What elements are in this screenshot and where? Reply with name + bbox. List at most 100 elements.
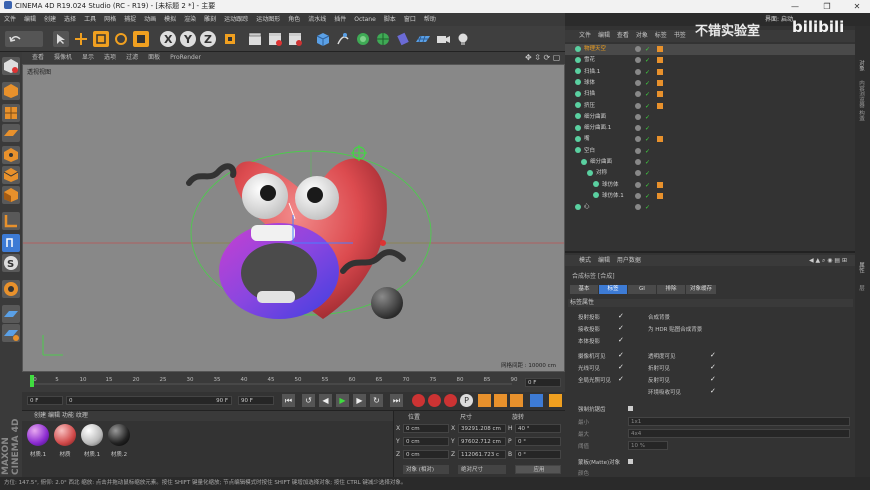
side-tab-content-browser[interactable]: 内容浏览器 xyxy=(857,80,865,108)
scale-tool-button[interactable] xyxy=(93,31,109,47)
floor-button[interactable] xyxy=(415,31,431,47)
enable-check-icon[interactable]: ✓ xyxy=(645,146,650,157)
enable-check-icon[interactable]: ✓ xyxy=(645,202,650,213)
visibility-dots-icon[interactable] xyxy=(635,136,641,143)
side-tab-attributes[interactable]: 属性 xyxy=(857,262,865,273)
menu-character[interactable]: 角色 xyxy=(288,16,300,23)
mat-menu-edit[interactable]: 编辑 xyxy=(48,412,60,419)
size-mode-dropdown[interactable]: 绝对尺寸 xyxy=(458,465,506,474)
prev-key-button[interactable]: ↺ xyxy=(302,394,315,407)
tag-icon[interactable] xyxy=(657,79,663,86)
cloner-button[interactable] xyxy=(375,31,391,47)
option-checkbox[interactable]: ✓ xyxy=(618,375,624,383)
key-position-button[interactable]: P xyxy=(460,394,473,407)
minimize-button[interactable]: — xyxy=(780,0,810,13)
menu-create[interactable]: 创建 xyxy=(44,16,56,23)
side-tab-structure[interactable]: 构造 xyxy=(857,110,865,121)
vp-menu-display[interactable]: 显示 xyxy=(82,54,94,61)
menu-mograph[interactable]: 运动图形 xyxy=(256,16,280,23)
object-row[interactable]: 雪花 ✓ xyxy=(565,55,855,66)
tag-icon[interactable] xyxy=(657,136,663,143)
go-to-end-button[interactable]: ⏭ xyxy=(390,394,403,407)
tag-icon[interactable] xyxy=(657,91,663,98)
subdivision-button[interactable] xyxy=(355,31,371,47)
visibility-dots-icon[interactable] xyxy=(635,125,641,132)
start-frame-field[interactable]: 0 F xyxy=(27,396,63,405)
tab-object-buffer[interactable]: 对象缓存 xyxy=(686,285,716,294)
tab-gi[interactable]: GI xyxy=(628,285,656,294)
matte-object-checkbox[interactable] xyxy=(628,459,633,464)
workplane-mode-button[interactable] xyxy=(2,124,20,142)
cube-object-button[interactable] xyxy=(315,31,331,47)
make-editable-button[interactable] xyxy=(2,57,20,75)
tag-icon[interactable] xyxy=(657,68,663,75)
go-to-start-button[interactable]: ⏮ xyxy=(282,394,295,407)
object-row[interactable]: 物理天空 ✓ xyxy=(565,44,855,56)
object-row[interactable]: 细分曲面 ✓ xyxy=(565,157,855,168)
menu-help[interactable]: 帮助 xyxy=(424,16,436,23)
rotation-h-field[interactable]: 40 ° xyxy=(515,424,561,433)
attr-menu-userdata[interactable]: 用户数据 xyxy=(617,257,641,264)
visibility-dots-icon[interactable] xyxy=(635,57,641,64)
enable-check-icon[interactable]: ✓ xyxy=(645,78,650,89)
object-row[interactable]: 细分曲面.1 ✓ xyxy=(565,123,855,134)
y-axis-button[interactable]: Y xyxy=(180,31,196,47)
camera-button[interactable] xyxy=(435,31,451,47)
tag-icon[interactable] xyxy=(657,57,663,64)
visibility-dots-icon[interactable] xyxy=(635,147,641,154)
tag-icon[interactable] xyxy=(657,181,663,188)
enable-check-icon[interactable]: ✓ xyxy=(645,123,650,134)
render-view-button[interactable] xyxy=(247,31,263,47)
maximize-button[interactable]: ❐ xyxy=(812,0,842,13)
planar-workplane-button[interactable] xyxy=(2,324,20,342)
option-checkbox[interactable]: ✓ xyxy=(618,363,624,371)
material-swatch[interactable] xyxy=(108,424,130,446)
edges-mode-button[interactable] xyxy=(2,166,20,184)
visibility-dots-icon[interactable] xyxy=(635,46,641,52)
size-x-field[interactable]: 39291.208 cm xyxy=(458,424,506,433)
menu-snap[interactable]: 捕捉 xyxy=(124,16,136,23)
size-z-field[interactable]: 112061.723 c xyxy=(458,450,506,459)
timeline-layout-button[interactable] xyxy=(549,394,562,407)
obj-menu-tags[interactable]: 标签 xyxy=(655,32,667,39)
tag-icon[interactable] xyxy=(657,46,663,52)
vp-menu-camera[interactable]: 摄像机 xyxy=(54,54,72,61)
tweak-mode-button[interactable] xyxy=(2,234,20,252)
position-y-field[interactable]: 0 cm xyxy=(403,437,449,446)
menu-tools[interactable]: 工具 xyxy=(84,16,96,23)
menu-mesh[interactable]: 网格 xyxy=(104,16,116,23)
current-frame-field[interactable]: 0 F xyxy=(525,378,561,387)
option-checkbox[interactable]: ✓ xyxy=(710,375,716,383)
move-tool-button[interactable] xyxy=(73,31,89,47)
object-row[interactable]: 心 ✓ xyxy=(565,202,855,213)
min-samples-dropdown[interactable]: 1x1 xyxy=(628,417,850,426)
enable-check-icon[interactable]: ✓ xyxy=(645,157,650,168)
vp-menu-panel[interactable]: 面板 xyxy=(148,54,160,61)
rotation-b-field[interactable]: 0 ° xyxy=(515,450,561,459)
menu-select[interactable]: 选择 xyxy=(64,16,76,23)
axis-mode-button[interactable] xyxy=(2,212,20,230)
visibility-dots-icon[interactable] xyxy=(635,159,641,165)
play-button[interactable]: ▶ xyxy=(336,394,349,407)
select-tool-button[interactable] xyxy=(53,31,69,47)
snap-button[interactable]: S xyxy=(2,254,20,272)
points-mode-button[interactable] xyxy=(2,146,20,164)
option-checkbox[interactable]: ✓ xyxy=(618,312,624,320)
menu-sculpt[interactable]: 雕刻 xyxy=(204,16,216,23)
object-row[interactable]: 挤压 ✓ xyxy=(565,101,855,112)
enable-check-icon[interactable]: ✓ xyxy=(645,55,650,66)
end-frame-field[interactable]: 90 F xyxy=(238,396,274,405)
z-axis-button[interactable]: Z xyxy=(200,31,216,47)
model-mode-button[interactable] xyxy=(2,82,20,100)
deformer-button[interactable] xyxy=(395,31,411,47)
attr-menu-edit[interactable]: 编辑 xyxy=(598,257,610,264)
enable-check-icon[interactable]: ✓ xyxy=(645,112,650,123)
next-frame-button[interactable]: ▶ xyxy=(353,394,366,407)
vp-menu-options[interactable]: 选项 xyxy=(104,54,116,61)
menu-simulate[interactable]: 模拟 xyxy=(164,16,176,23)
threshold-field[interactable]: 10 % xyxy=(628,441,668,450)
workplane-grid-button[interactable] xyxy=(2,305,20,323)
object-row[interactable]: 球体 ✓ xyxy=(565,78,855,89)
enable-check-icon[interactable]: ✓ xyxy=(645,191,650,202)
menu-octane[interactable]: Octane xyxy=(354,16,376,23)
